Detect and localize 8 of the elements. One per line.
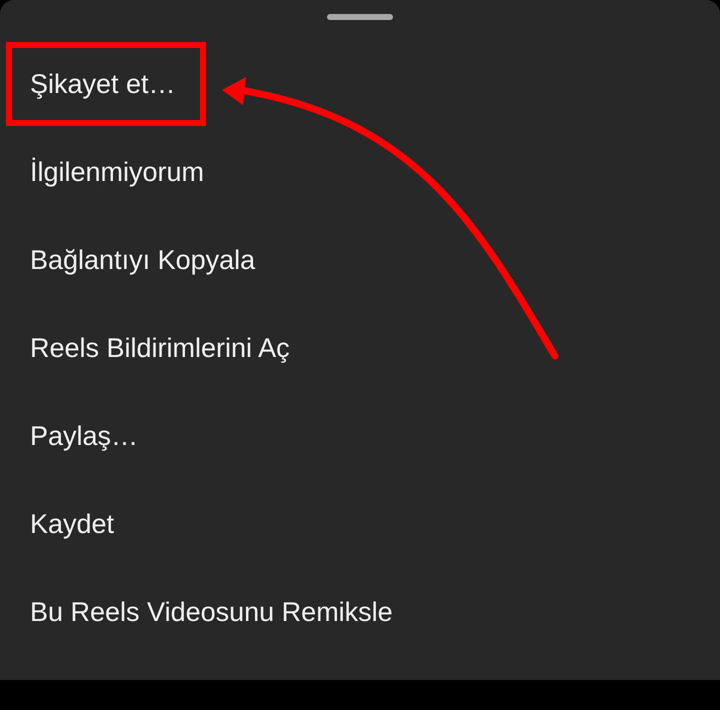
menu-item[interactable]: Kaydet (30, 508, 114, 540)
menu-item[interactable]: Şikayet et… (30, 68, 176, 100)
menu-item[interactable]: İlgilenmiyorum (30, 156, 204, 188)
menu-item[interactable]: Paylaş… (30, 420, 138, 452)
menu-item[interactable]: Reels Bildirimlerini Aç (30, 332, 290, 364)
drag-handle[interactable] (327, 14, 393, 20)
menu-item[interactable]: Bağlantıyı Kopyala (30, 244, 256, 276)
menu-item[interactable]: Bu Reels Videosunu Remiksle (30, 596, 393, 628)
